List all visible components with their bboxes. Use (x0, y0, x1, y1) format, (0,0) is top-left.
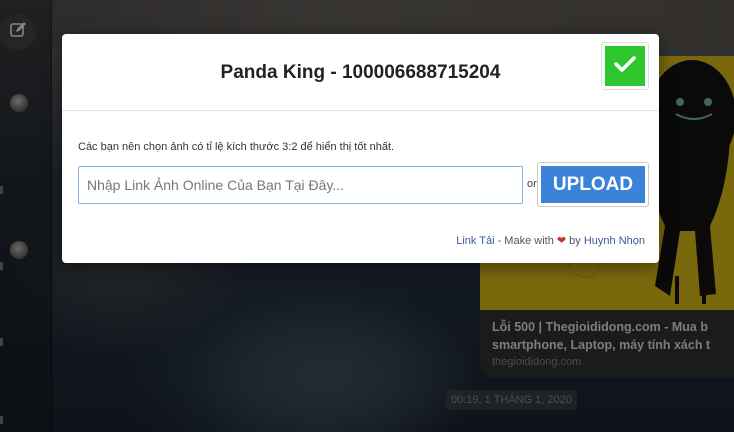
modal-body: Các bạn nên chọn ảnh có tỉ lệ kích thước… (78, 140, 649, 207)
image-url-input[interactable] (78, 166, 523, 204)
made-with-text: - Make with (494, 235, 557, 247)
by-text: by (566, 235, 584, 247)
modal-title: Panda King - 100006688715204 (220, 62, 501, 83)
author-link[interactable]: Huynh Nhọn (584, 235, 645, 247)
heart-icon: ❤ (556, 235, 567, 247)
checkmark-icon (614, 55, 636, 78)
modal-footer: Link Tải - Make with ❤ by Huynh Nhọn (456, 234, 645, 247)
upload-modal: Panda King - 100006688715204 Các bạn nên… (62, 34, 659, 263)
upload-row: or UPLOAD (78, 162, 649, 207)
modal-header: Panda King - 100006688715204 (62, 34, 659, 111)
upload-button[interactable]: UPLOAD (537, 162, 649, 207)
aspect-ratio-hint: Các bạn nên chọn ảnh có tỉ lệ kích thước… (78, 141, 395, 153)
link-tai-link[interactable]: Link Tải (456, 235, 494, 247)
confirm-button[interactable] (601, 42, 649, 90)
or-label: or (527, 178, 537, 190)
